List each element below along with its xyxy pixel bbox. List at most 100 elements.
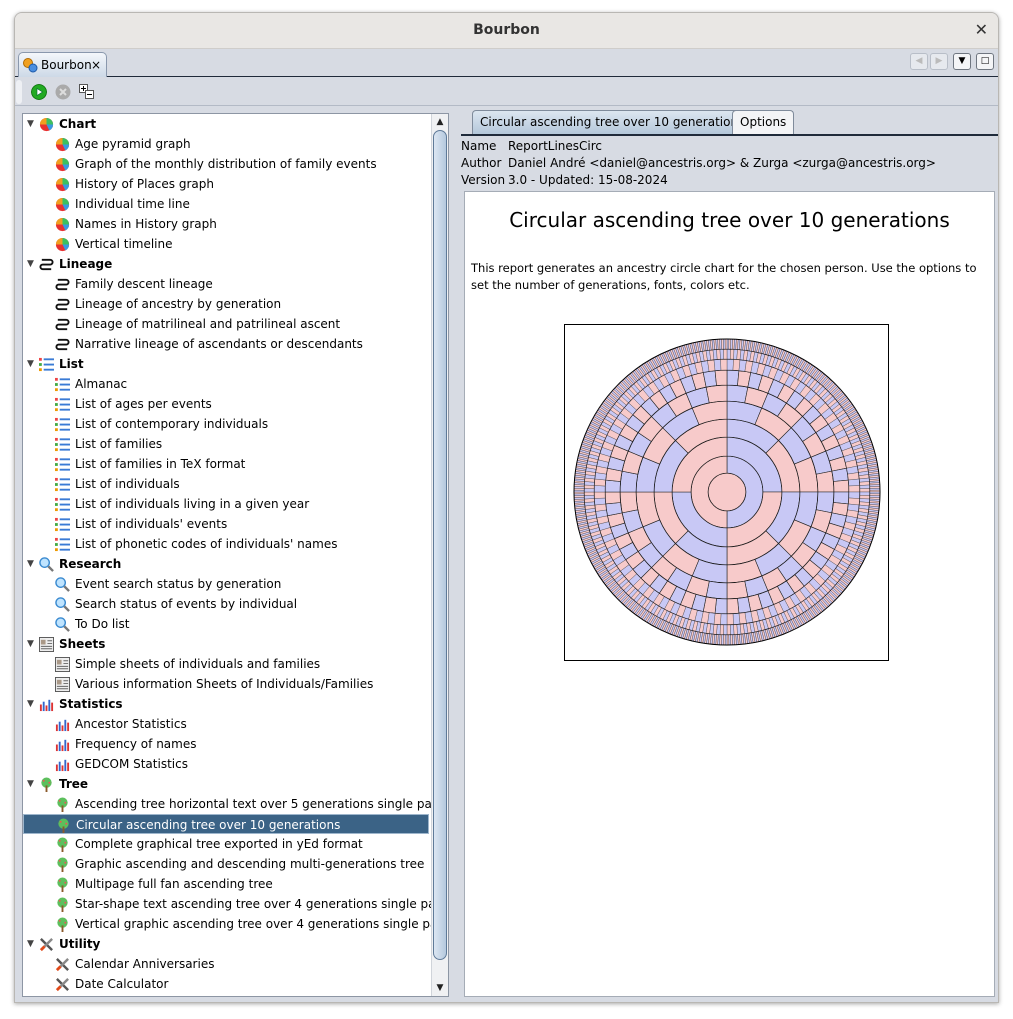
tree-item-label: Family descent lineage <box>75 277 213 291</box>
expand-arrow-icon[interactable]: ▼ <box>27 774 34 794</box>
expand-arrow-icon[interactable]: ▼ <box>27 114 34 134</box>
tree-item[interactable]: To Do list <box>23 614 429 634</box>
tree-item-label: List of individuals <box>75 477 180 491</box>
tree-item-label: Frequency of names <box>75 737 197 751</box>
ancestor-cell <box>726 369 740 386</box>
report-author-row: Author Daniel André <daniel@ancestris.org… <box>461 155 936 172</box>
expand-arrow-icon[interactable]: ▼ <box>27 254 34 274</box>
stop-icon[interactable] <box>55 84 71 100</box>
tree-category-chart[interactable]: ▼ Chart <box>23 114 429 134</box>
tree-item[interactable]: List of individuals' events <box>23 514 429 534</box>
ancestor-cell <box>726 624 731 636</box>
tab-list-dropdown-button[interactable]: ▼ <box>953 53 971 70</box>
expand-arrow-icon[interactable]: ▼ <box>27 634 34 654</box>
tree-item[interactable]: List of contemporary individuals <box>23 414 429 434</box>
tree-item-label: Ancestor Statistics <box>75 717 187 731</box>
close-window-button[interactable]: ✕ <box>975 13 988 47</box>
maximize-button[interactable]: □ <box>976 53 994 70</box>
tree-item[interactable]: List of families in TeX format <box>23 454 429 474</box>
magnifier-icon <box>55 617 70 632</box>
tree-category-label: Tree <box>59 777 89 791</box>
tree-item[interactable]: Age pyramid graph <box>23 134 429 154</box>
tree-item[interactable]: Lineage of ancestry by generation <box>23 294 429 314</box>
tree-category-list[interactable]: ▼ List <box>23 354 429 374</box>
tab-options[interactable]: Options <box>732 110 795 134</box>
tree-category-research[interactable]: ▼ Research <box>23 554 429 574</box>
tree-vertical-scrollbar[interactable]: ▲ ▼ <box>431 114 448 996</box>
scroll-thumb[interactable] <box>433 130 447 960</box>
tree-item[interactable]: GEDCOM Statistics <box>23 754 429 774</box>
scroll-up-button[interactable]: ▲ <box>432 114 448 130</box>
tree-item[interactable]: List of individuals living in a given ye… <box>23 494 429 514</box>
sheet-icon <box>55 657 70 672</box>
tab-report-description[interactable]: Circular ascending tree over 10 generati… <box>472 110 753 134</box>
tree-item[interactable]: Ancestor Statistics <box>23 714 429 734</box>
scroll-down-button[interactable]: ▼ <box>432 980 448 996</box>
expand-arrow-icon[interactable]: ▼ <box>27 554 34 574</box>
tree-item-label: Vertical timeline <box>75 237 173 251</box>
tree-item[interactable]: List of phonetic codes of individuals' n… <box>23 534 429 554</box>
report-version-row: Version 3.0 - Updated: 15-08-2024 <box>461 172 668 189</box>
scroll-tabs-left-button[interactable]: ◀ <box>910 53 928 70</box>
tree-item[interactable]: Almanac <box>23 374 429 394</box>
title-bar: Bourbon ✕ <box>15 13 998 49</box>
expand-arrow-icon[interactable]: ▼ <box>27 694 34 714</box>
tree-item[interactable]: Lineage of matrilineal and patrilineal a… <box>23 314 429 334</box>
name-label: Name <box>461 139 497 153</box>
tree-item[interactable]: Simple sheets of individuals and familie… <box>23 654 429 674</box>
tree-category-utility[interactable]: ▼ Utility <box>23 934 429 954</box>
toolbar-grip[interactable] <box>16 80 22 104</box>
ancestor-cell <box>573 491 585 495</box>
tree-item[interactable]: Ascending tree horizontal text over 5 ge… <box>23 794 431 814</box>
ancestor-cell <box>583 495 595 500</box>
ancestor-cell <box>728 634 731 646</box>
tree-item[interactable]: Calendar Anniversaries <box>23 954 429 974</box>
tree-item[interactable]: Vertical graphic ascending tree over 4 g… <box>23 914 431 934</box>
run-icon[interactable] <box>31 84 47 100</box>
close-tab-icon[interactable]: × <box>91 53 101 77</box>
version-label: Version <box>461 173 506 187</box>
expand-arrow-icon[interactable]: ▼ <box>27 354 34 374</box>
tree-item[interactable]: Graphic ascending and descending multi-g… <box>23 854 429 874</box>
pie-icon <box>55 137 70 152</box>
tree-category-tree[interactable]: ▼ Tree <box>23 774 429 794</box>
ancestor-cell <box>593 485 606 493</box>
tree-item[interactable]: Frequency of names <box>23 734 429 754</box>
tree-item[interactable]: List of ages per events <box>23 394 429 414</box>
tree-item-label: Names in History graph <box>75 217 217 231</box>
tree-item[interactable]: Individual time line <box>23 194 429 214</box>
circular-tree-preview-image <box>564 324 889 661</box>
tree-item[interactable]: Various information Sheets of Individual… <box>23 674 429 694</box>
scroll-tabs-right-button[interactable]: ▶ <box>930 53 948 70</box>
tree-item[interactable]: Family descent lineage <box>23 274 429 294</box>
tree-item[interactable]: Multipage full fan ascending tree <box>23 874 429 894</box>
tree-item[interactable]: Names in History graph <box>23 214 429 234</box>
tree-item[interactable]: Search status of events by individual <box>23 594 429 614</box>
split-pane-divider[interactable] <box>455 113 459 997</box>
tree-item[interactable]: Circular ascending tree over 10 generati… <box>23 814 429 834</box>
tree-item[interactable]: Event search status by generation <box>23 574 429 594</box>
report-tree-panel: ▼ Chart Age pyramid graph Graph of the mont… <box>22 113 449 997</box>
tree-item[interactable]: History of Places graph <box>23 174 429 194</box>
tree-item[interactable]: List of individuals <box>23 474 429 494</box>
tree-item[interactable]: Date Calculator <box>23 974 429 994</box>
tree-category-sheets[interactable]: ▼ Sheets <box>23 634 429 654</box>
tree-item-label: List of families in TeX format <box>75 457 246 471</box>
tree-item[interactable]: Complete graphical tree exported in yEd … <box>23 834 429 854</box>
tree-category-statistics[interactable]: ▼ Statistics <box>23 694 429 714</box>
tree-item[interactable]: List of families <box>23 434 429 454</box>
toolbar <box>15 78 998 106</box>
tree-item[interactable]: Vertical timeline <box>23 234 429 254</box>
pie-icon <box>55 177 70 192</box>
genealogy-icon <box>23 58 38 73</box>
tree-item-label: Star-shape text ascending tree over 4 ge… <box>75 897 431 911</box>
document-tab-bourbon[interactable]: Bourbon × <box>18 52 107 77</box>
expand-arrow-icon[interactable]: ▼ <box>27 934 34 954</box>
tree-item[interactable]: Graph of the monthly distribution of fam… <box>23 154 429 174</box>
tree-item[interactable]: Narrative lineage of ascendants or desce… <box>23 334 429 354</box>
tree-icon <box>56 818 71 833</box>
tree-category-lineage[interactable]: ▼ Lineage <box>23 254 429 274</box>
tree-category-label: Sheets <box>59 637 106 651</box>
tree-item[interactable]: Star-shape text ascending tree over 4 ge… <box>23 894 431 914</box>
expand-collapse-icon[interactable] <box>79 84 95 100</box>
